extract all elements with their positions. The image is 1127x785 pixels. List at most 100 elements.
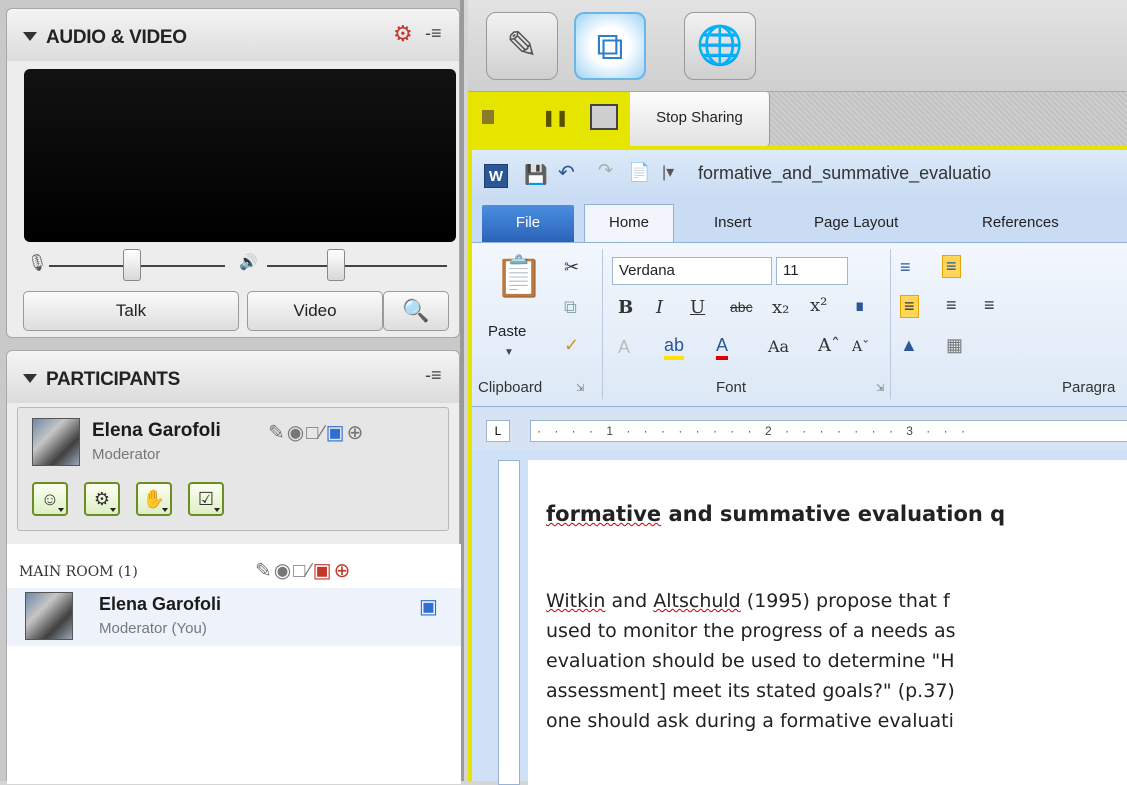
group-separator [602,249,603,399]
disable-web-icon[interactable]: ⊕ [334,560,353,582]
save-icon[interactable]: 💾 [524,163,548,187]
participants-panel: PARTICIPANTS -≡ Elena Garofoli Moderator… [6,350,461,784]
speaker-slider-track[interactable] [267,265,447,267]
settings-icon[interactable]: ⚙ [393,21,413,47]
collapse-triangle-icon[interactable] [23,32,37,41]
paragraph-line: Witkin and Altschuld (1995) propose that… [546,590,950,612]
vertical-ruler [498,460,520,785]
redo-icon[interactable]: ↷ [598,160,613,181]
borders-icon[interactable]: ▦ [946,335,963,356]
highlight-icon[interactable]: ab [664,335,685,360]
tab-page-layout[interactable]: Page Layout [814,214,898,231]
current-user-role: Moderator [92,446,161,463]
paste-button[interactable]: 📋 Paste ▼ [482,249,544,369]
audio-video-header[interactable]: AUDIO & VIDEO ⚙ -≡ [7,9,459,61]
text-effects-icon[interactable]: A [618,337,630,358]
share-window-icon[interactable] [590,104,618,130]
cut-icon[interactable]: ✂ [564,257,579,278]
web-tour-mode-button[interactable]: 🌐 [684,12,756,80]
web-permission-icon[interactable]: ⊕ [347,422,366,444]
disable-share-icon[interactable]: ▣ [313,560,334,582]
underline-icon[interactable]: U [690,297,705,318]
shrink-font-icon[interactable]: Aˇ [852,339,869,355]
superscript-icon[interactable]: x² [810,295,827,316]
speaker-icon: 🔊 [239,254,258,271]
document-page[interactable]: formative and summative evaluation q Wit… [528,460,1127,785]
undo-icon[interactable]: ↶ [558,160,575,185]
emoticon-button[interactable]: ☺ [32,482,68,516]
ruler-scale[interactable]: · · · · 1 · · · · · · · · 2 · · · · · · … [530,420,1127,442]
agree-button[interactable]: ☑ [188,482,224,516]
talk-button[interactable]: Talk [23,291,239,331]
tab-references[interactable]: References [982,214,1059,231]
mic-permission-icon[interactable]: ✎ [255,560,274,582]
bullets-icon[interactable]: ≡ [900,257,911,278]
align-left-icon[interactable]: ≡ [900,295,919,318]
font-size-select[interactable]: 11 [776,257,848,285]
font-color-icon[interactable]: A [716,335,729,360]
paragraph-group-label: Paragra [1062,379,1116,396]
tab-selector-button[interactable]: L [486,420,510,442]
document-heading-rest: and summative evaluation q [661,502,1006,526]
participants-header[interactable]: PARTICIPANTS -≡ [7,351,459,403]
chat-permission-icon[interactable]: □ [306,422,320,444]
change-case-icon[interactable]: Aa [768,337,789,356]
paragraph-line: used to monitor the progress of a needs … [546,620,956,642]
webcam-permission-icon[interactable]: ◉ [287,422,306,444]
video-button[interactable]: Video [247,291,383,331]
audio-video-menu-icon[interactable]: -≡ [425,23,442,44]
speaker-slider-thumb[interactable] [327,249,345,281]
step-away-button[interactable]: ⚙ [84,482,120,516]
list-item[interactable]: Elena Garofoli Moderator (You) ▣ [7,588,461,646]
print-preview-icon[interactable]: 📄 [628,162,650,183]
word-app-icon[interactable]: W [484,164,508,188]
collapse-triangle-icon[interactable] [23,374,37,383]
paste-label: Paste [488,323,527,340]
document-title: formative_and_summative_evaluatio [698,163,992,183]
sharing-status-icon: ▣ [419,596,438,618]
mic-permission-icon[interactable]: ✎ [268,422,287,444]
current-user-card: Elena Garofoli Moderator ✎◉□∕▣⊕ ☺ ⚙ ✋ ☑ [17,407,449,531]
room-permission-icons: ✎◉□∕▣⊕ [255,558,352,583]
participants-menu-icon[interactable]: -≡ [425,365,442,386]
main-room-list: MAIN ROOM (1) ✎◉□∕▣⊕ Elena Garofoli Mode… [7,544,461,784]
clipboard-group-label: Clipboard [478,379,543,396]
tab-insert[interactable]: Insert [714,214,752,231]
screen-share-bar: ❚❚ Stop Sharing [468,92,1127,146]
pause-icon[interactable]: ❚❚ [542,108,569,128]
share-screen-icon: ⧉ [596,26,624,68]
whiteboard-mode-button[interactable]: ✎ [486,12,558,80]
microphone-slider-thumb[interactable] [123,249,141,281]
font-name-select[interactable]: Verdana [612,257,772,285]
chat-permission-icon[interactable]: □ [293,560,307,582]
tab-file[interactable]: File [482,205,574,242]
numbering-icon[interactable]: ≡ [942,255,961,278]
bold-icon[interactable]: B [618,297,633,318]
avatar [32,418,80,466]
shading-icon[interactable]: ▲ [900,335,918,356]
share-screen-mode-button[interactable]: ⧉ [574,12,646,80]
format-painter-icon[interactable]: ✓ [564,335,579,356]
dialog-launcher-icon[interactable]: ⇲ [876,383,884,394]
copy-icon[interactable]: ⧉ [564,297,577,318]
dialog-launcher-icon[interactable]: ⇲ [576,383,584,394]
participant-role: Moderator (You) [99,620,207,637]
grow-font-icon[interactable]: Aˆ [818,335,840,356]
share-status-icon [482,110,494,124]
webcam-permission-icon[interactable]: ◉ [274,560,293,582]
share-permission-icon[interactable]: ▣ [326,422,347,444]
clear-formatting-icon[interactable]: ∎ [854,295,865,316]
audio-video-panel: AUDIO & VIDEO ⚙ -≡ 🎙 🔊 Talk Video 🔍 [6,8,460,338]
strikethrough-icon[interactable]: abc [730,299,753,315]
stop-sharing-button[interactable]: Stop Sharing [630,92,770,146]
customize-toolbar-icon[interactable]: |▾ [662,162,674,182]
align-center-icon[interactable]: ≡ [946,295,957,316]
audio-video-title: AUDIO & VIDEO [46,27,187,48]
raise-hand-button[interactable]: ✋ [136,482,172,516]
tab-home[interactable]: Home [584,204,674,242]
font-group-label: Font [716,379,747,396]
subscript-icon[interactable]: x₂ [772,297,789,318]
camera-preview-button[interactable]: 🔍 [383,291,449,331]
align-right-icon[interactable]: ≡ [984,295,995,316]
italic-icon[interactable]: I [656,297,663,318]
